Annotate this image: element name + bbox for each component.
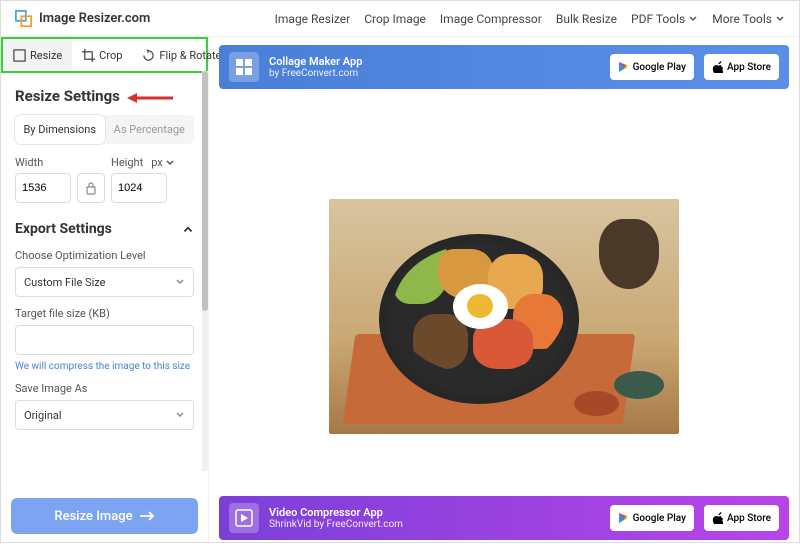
- nav-more-tools[interactable]: More Tools: [712, 12, 785, 26]
- nav-pdf-tools[interactable]: PDF Tools: [631, 12, 698, 26]
- optimization-select[interactable]: Custom File Size: [15, 267, 194, 297]
- header: Image Resizer.com Image Resizer Crop Ima…: [1, 1, 799, 37]
- video-compress-icon: [229, 503, 259, 533]
- apple-icon: [712, 61, 723, 73]
- resize-mode-segment: By Dimensions As Percentage: [15, 115, 194, 144]
- banner-bottom-title: Video Compressor App: [269, 506, 600, 519]
- export-settings-header[interactable]: Export Settings: [15, 221, 194, 237]
- chevron-down-icon: [775, 14, 785, 24]
- nav-image-resizer[interactable]: Image Resizer: [275, 12, 351, 26]
- chevron-down-icon: [165, 158, 175, 168]
- resize-image-button[interactable]: Resize Image: [11, 498, 198, 534]
- banner-top-title: Collage Maker App: [269, 55, 600, 68]
- top-ad-banner: Collage Maker App by FreeConvert.com Goo…: [219, 45, 789, 89]
- google-play-button-2[interactable]: Google Play: [610, 505, 694, 531]
- nav-bulk-resize[interactable]: Bulk Resize: [556, 12, 617, 26]
- banner-top-sub: by FreeConvert.com: [269, 68, 600, 79]
- app-store-button-2[interactable]: App Store: [704, 505, 779, 531]
- chevron-down-icon: [175, 277, 185, 287]
- tool-tabs: Resize Crop Flip & Rotate: [1, 37, 208, 73]
- crop-icon: [82, 49, 95, 62]
- google-play-icon: [618, 61, 629, 73]
- resize-settings-title: Resize Settings: [15, 87, 194, 105]
- dimensions-row: Width Height px: [15, 156, 194, 203]
- nav-crop-image[interactable]: Crop Image: [364, 12, 426, 26]
- target-size-input[interactable]: [15, 325, 194, 355]
- tab-resize[interactable]: Resize: [3, 39, 72, 71]
- settings-panel: Resize Settings By Dimensions As Percent…: [1, 73, 208, 498]
- scrollbar[interactable]: [202, 71, 208, 471]
- chevron-up-icon: [182, 223, 194, 235]
- lock-aspect-button[interactable]: [77, 173, 105, 203]
- apple-icon: [712, 512, 723, 524]
- chevron-down-icon: [175, 410, 185, 420]
- tab-crop[interactable]: Crop: [72, 39, 132, 71]
- banner-bottom-sub: ShrinkVid by FreeConvert.com: [269, 519, 600, 530]
- mode-as-percentage[interactable]: As Percentage: [105, 115, 195, 144]
- logo-icon: [15, 10, 33, 28]
- height-label: Height: [111, 156, 143, 169]
- lock-icon: [85, 181, 97, 195]
- main: Resize Crop Flip & Rotate Resize Setting…: [1, 37, 799, 544]
- target-size-label: Target file size (KB): [15, 307, 194, 320]
- preview-image[interactable]: [329, 199, 679, 434]
- collage-icon: [229, 52, 259, 82]
- app-store-button[interactable]: App Store: [704, 54, 779, 80]
- optimization-label: Choose Optimization Level: [15, 249, 194, 262]
- google-play-icon: [618, 512, 629, 524]
- nav-image-compressor[interactable]: Image Compressor: [440, 12, 542, 26]
- save-as-label: Save Image As: [15, 382, 194, 395]
- mode-by-dimensions[interactable]: By Dimensions: [15, 115, 105, 144]
- preview-area: [219, 89, 789, 544]
- unit-selector[interactable]: px: [151, 156, 175, 169]
- width-input[interactable]: [15, 173, 71, 203]
- canvas-area: Collage Maker App by FreeConvert.com Goo…: [209, 37, 799, 544]
- chevron-down-icon: [688, 14, 698, 24]
- rotate-icon: [142, 49, 155, 62]
- site-name: Image Resizer.com: [39, 11, 150, 26]
- save-as-select[interactable]: Original: [15, 400, 194, 430]
- bottom-ad-banner: Video Compressor App ShrinkVid by FreeCo…: [219, 496, 789, 540]
- google-play-button[interactable]: Google Play: [610, 54, 694, 80]
- top-nav: Image Resizer Crop Image Image Compresso…: [275, 12, 785, 26]
- compress-hint: We will compress the image to this size: [15, 361, 194, 372]
- annotation-arrow: [125, 91, 175, 109]
- arrow-right-icon: [139, 510, 155, 522]
- logo[interactable]: Image Resizer.com: [15, 10, 150, 28]
- width-label: Width: [15, 156, 71, 169]
- height-input[interactable]: [111, 173, 167, 203]
- resize-icon: [13, 49, 26, 62]
- sidebar: Resize Crop Flip & Rotate Resize Setting…: [1, 37, 209, 544]
